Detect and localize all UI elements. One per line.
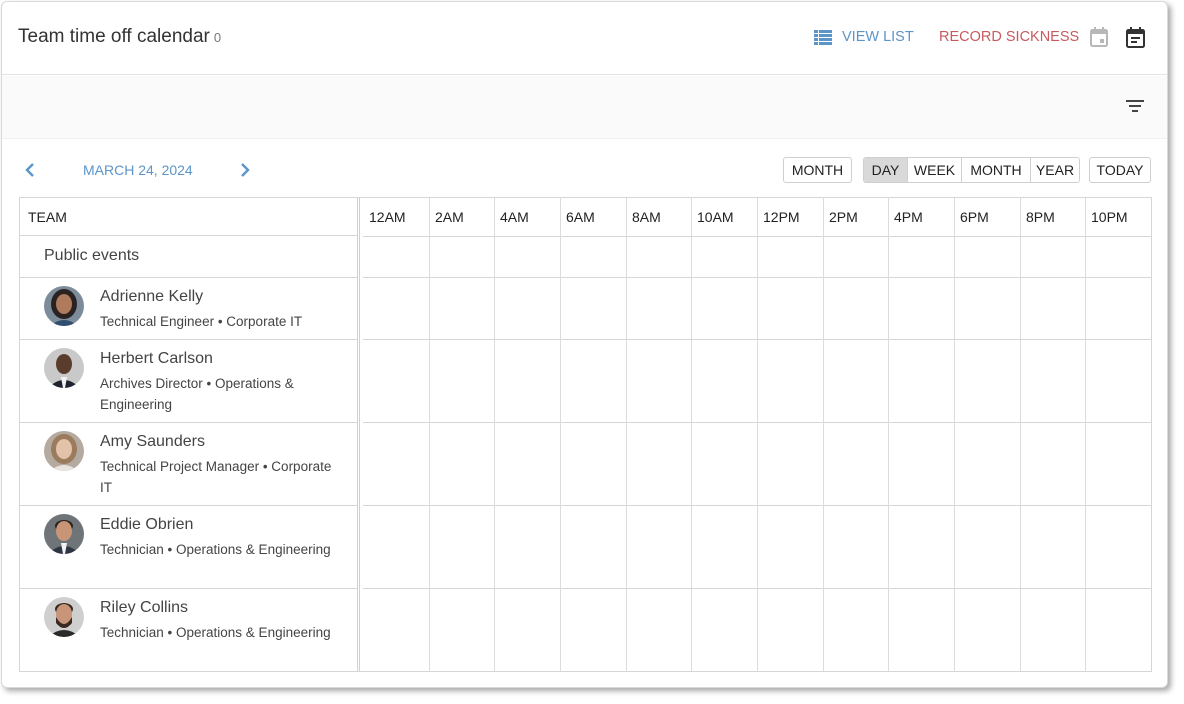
filter-icon[interactable]	[1126, 99, 1144, 113]
avatar	[44, 514, 84, 554]
hour-divider	[757, 198, 758, 671]
member-role: Technician • Operations & Engineering	[100, 542, 331, 557]
time-label: 2AM	[435, 209, 464, 225]
member-role: Technician • Operations & Engineering	[100, 625, 331, 640]
avatar	[44, 348, 84, 388]
member-row[interactable]: Eddie Obrien Technician • Operations & E…	[20, 506, 357, 589]
time-label: 2PM	[829, 209, 858, 225]
hour-divider	[823, 198, 824, 671]
member-name: Riley Collins	[100, 599, 189, 616]
hour-divider	[560, 198, 561, 671]
calendar-day-icon[interactable]	[1090, 27, 1108, 47]
view-day-button[interactable]: DAY	[864, 158, 907, 182]
hour-divider	[1020, 198, 1021, 671]
time-label: 10AM	[697, 209, 734, 225]
previous-arrow-icon[interactable]	[24, 162, 36, 178]
time-label: 8PM	[1026, 209, 1055, 225]
member-name: Eddie Obrien	[100, 516, 194, 533]
time-label: 12PM	[763, 209, 800, 225]
team-header: TEAM	[20, 198, 357, 236]
current-date[interactable]: MARCH 24, 2024	[83, 162, 193, 178]
member-row[interactable]: Adrienne Kelly Technical Engineer • Corp…	[20, 278, 357, 340]
time-label: 4AM	[500, 209, 529, 225]
view-year-button[interactable]: YEAR	[1030, 158, 1079, 182]
calendar-month-icon[interactable]	[1126, 27, 1145, 48]
member-role: Technical Project Manager • Corporate IT	[100, 459, 332, 495]
member-name: Adrienne Kelly	[100, 288, 204, 305]
time-area: 12AM 2AM 4AM 6AM 8AM 10AM 12PM 2PM 4PM 6…	[363, 198, 1151, 671]
member-role: Archives Director • Operations & Enginee…	[100, 376, 294, 412]
event-count: 0	[213, 30, 222, 45]
view-month-button[interactable]: MONTH	[961, 158, 1030, 182]
public-events-label: Public events	[44, 247, 140, 264]
calendar-card: Team time off calendar 0 VIEW LIST RECORD…	[1, 1, 1168, 688]
avatar	[44, 597, 84, 637]
time-label: 6PM	[960, 209, 989, 225]
member-row[interactable]: Riley Collins Technician • Operations & …	[20, 589, 357, 671]
page-header: Team time off calendar 0 VIEW LIST RECORD…	[2, 2, 1167, 75]
member-name: Herbert Carlson	[100, 350, 213, 367]
record-sickness-button[interactable]: RECORD SICKNESS	[939, 29, 1079, 45]
member-name: Amy Saunders	[100, 433, 205, 450]
public-events-row: Public events	[20, 237, 357, 278]
hour-divider	[691, 198, 692, 671]
member-role: Technical Engineer • Corporate IT	[100, 314, 303, 329]
member-row[interactable]: Amy Saunders Technical Project Manager •…	[20, 423, 357, 506]
hour-divider	[626, 198, 627, 671]
view-list-label: VIEW LIST	[842, 29, 914, 45]
view-week-button[interactable]: WEEK	[907, 158, 961, 182]
next-arrow-icon[interactable]	[239, 162, 251, 178]
view-switcher: DAY WEEK MONTH YEAR	[863, 157, 1080, 183]
time-label: 4PM	[894, 209, 923, 225]
time-label: 12AM	[369, 209, 406, 225]
page-title: Team time off calendar 0	[18, 26, 221, 48]
team-column: TEAM Public events Adrienne Kelly Techni…	[20, 198, 360, 671]
avatar	[44, 286, 84, 326]
record-sickness-label: RECORD SICKNESS	[939, 29, 1080, 45]
hour-divider	[1085, 198, 1086, 671]
time-label: 6AM	[566, 209, 595, 225]
hour-divider	[429, 198, 430, 671]
timeline-grid: TEAM Public events Adrienne Kelly Techni…	[19, 197, 1152, 672]
hour-divider	[954, 198, 955, 671]
avatar	[44, 431, 84, 471]
page-title-text: Team time off calendar	[18, 26, 210, 47]
time-label: 8AM	[632, 209, 661, 225]
today-button[interactable]: TODAY	[1089, 157, 1151, 183]
time-label: 10PM	[1091, 209, 1128, 225]
list-icon	[814, 29, 832, 45]
hour-divider	[494, 198, 495, 671]
view-list-button[interactable]: VIEW LIST	[814, 29, 914, 45]
month-button[interactable]: MONTH	[783, 157, 852, 183]
filter-bar	[2, 76, 1167, 139]
hour-divider	[888, 198, 889, 671]
member-row[interactable]: Herbert Carlson Archives Director • Oper…	[20, 340, 357, 423]
